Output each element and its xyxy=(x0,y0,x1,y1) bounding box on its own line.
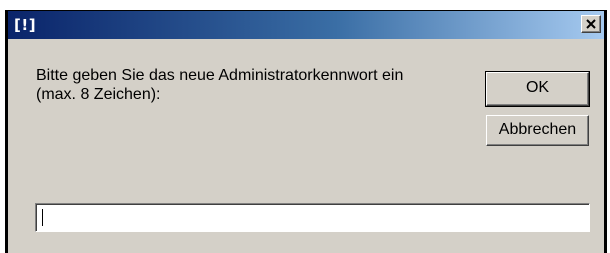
close-button[interactable] xyxy=(581,15,601,33)
title-bar[interactable]: [!] xyxy=(8,11,604,39)
dialog-window: [!] Bitte geben Sie das neue Administrat… xyxy=(5,10,607,253)
cancel-button[interactable]: Abbrechen xyxy=(486,115,589,146)
prompt-text: Bitte geben Sie das neue Administratorke… xyxy=(36,67,404,103)
text-caret xyxy=(42,209,43,226)
window-title: [!] xyxy=(14,16,37,34)
close-icon xyxy=(586,19,596,29)
password-input[interactable] xyxy=(35,203,590,232)
ok-button[interactable]: OK xyxy=(485,71,590,107)
